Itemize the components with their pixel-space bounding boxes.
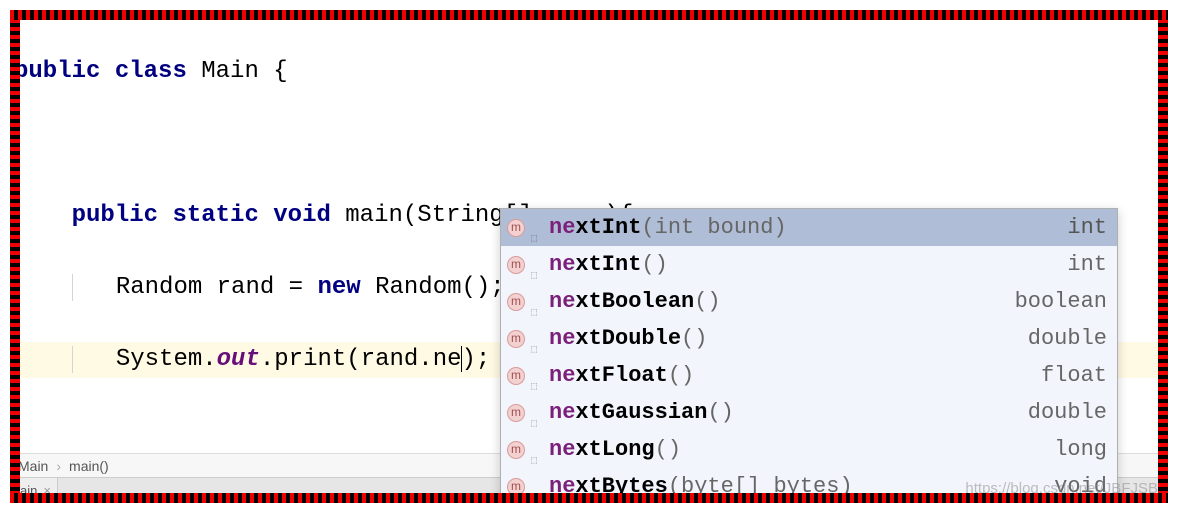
sub-icon: ⬚ xyxy=(531,409,539,417)
suggestion-item[interactable]: m ⬚ nextFloat()float xyxy=(501,357,1117,394)
suggestion-label: nextGaussian() xyxy=(549,397,1028,428)
method-icon: m xyxy=(507,367,525,385)
method-icon: m xyxy=(507,330,525,348)
suggestion-label: nextBytes(byte[] bytes) xyxy=(549,471,1054,502)
suggestion-label: nextFloat() xyxy=(549,360,1041,391)
method-icon: m xyxy=(507,478,525,496)
method-icon: m xyxy=(507,293,525,311)
suggestion-item[interactable]: m ⬚ nextGaussian()double xyxy=(501,394,1117,431)
code-line[interactable]: public class Main { xyxy=(14,54,1164,90)
keyword: class xyxy=(115,58,187,85)
suggestion-return-type: void xyxy=(1054,471,1107,502)
suggestion-return-type: double xyxy=(1028,397,1107,428)
suggestion-label: nextLong() xyxy=(549,434,1054,465)
sub-icon: ⬚ xyxy=(531,224,539,232)
indent-guide xyxy=(72,346,73,373)
method-icon: m xyxy=(507,441,525,459)
suggestion-return-type: float xyxy=(1041,360,1107,391)
keyword: public xyxy=(14,58,100,85)
suggestion-item[interactable]: m ⬚ nextBoolean()boolean xyxy=(501,283,1117,320)
keyword: void xyxy=(273,202,331,229)
keyword: new xyxy=(317,274,360,301)
breadcrumb-item[interactable]: Main xyxy=(18,458,48,474)
identifier: Main xyxy=(201,58,259,85)
sub-icon: ⬚ xyxy=(531,298,539,306)
sub-icon: ⬚ xyxy=(531,335,539,343)
keyword: static xyxy=(172,202,258,229)
identifier: main xyxy=(345,202,403,229)
suggestion-label: nextInt() xyxy=(549,249,1067,280)
chevron-right-icon: › xyxy=(56,458,61,474)
suggestion-return-type: boolean xyxy=(1015,286,1107,317)
autocomplete-popup[interactable]: m ⬚ nextInt(int bound)int m ⬚ nextInt()int m ⬚ n… xyxy=(500,208,1118,503)
method-icon: m xyxy=(507,256,525,274)
close-icon[interactable]: × xyxy=(43,483,51,498)
keyword: public xyxy=(72,202,158,229)
sub-icon: ⬚ xyxy=(531,446,539,454)
sub-icon: ⬚ xyxy=(531,372,539,380)
suggestion-item[interactable]: m ⬚ nextLong()long xyxy=(501,431,1117,468)
tab-label: ain xyxy=(20,483,37,498)
suggestion-item[interactable]: m ⬚ nextDouble()double xyxy=(501,320,1117,357)
suggestion-item[interactable]: m ⬚ nextBytes(byte[] bytes)void xyxy=(501,468,1117,503)
suggestion-return-type: int xyxy=(1067,212,1107,243)
suggestion-item[interactable]: m ⬚ nextInt(int bound)int xyxy=(501,209,1117,246)
suggestion-return-type: long xyxy=(1054,434,1107,465)
suggestion-return-type: double xyxy=(1028,323,1107,354)
method-icon: m xyxy=(507,404,525,422)
code-line[interactable] xyxy=(14,126,1164,162)
sub-icon: ⬚ xyxy=(531,483,539,491)
breadcrumb-item[interactable]: main() xyxy=(69,458,109,474)
sub-icon: ⬚ xyxy=(531,261,539,269)
method-icon: m xyxy=(507,219,525,237)
code-editor[interactable]: public class Main { public static void m… xyxy=(10,10,1168,503)
suggestion-label: nextBoolean() xyxy=(549,286,1015,317)
suggestion-label: nextDouble() xyxy=(549,323,1028,354)
field-ref: out xyxy=(217,346,260,373)
suggestion-item[interactable]: m ⬚ nextInt()int xyxy=(501,246,1117,283)
indent-guide xyxy=(72,274,73,301)
suggestion-label: nextInt(int bound) xyxy=(549,212,1067,243)
suggestion-return-type: int xyxy=(1067,249,1107,280)
editor-tab[interactable]: ain × xyxy=(10,478,58,503)
